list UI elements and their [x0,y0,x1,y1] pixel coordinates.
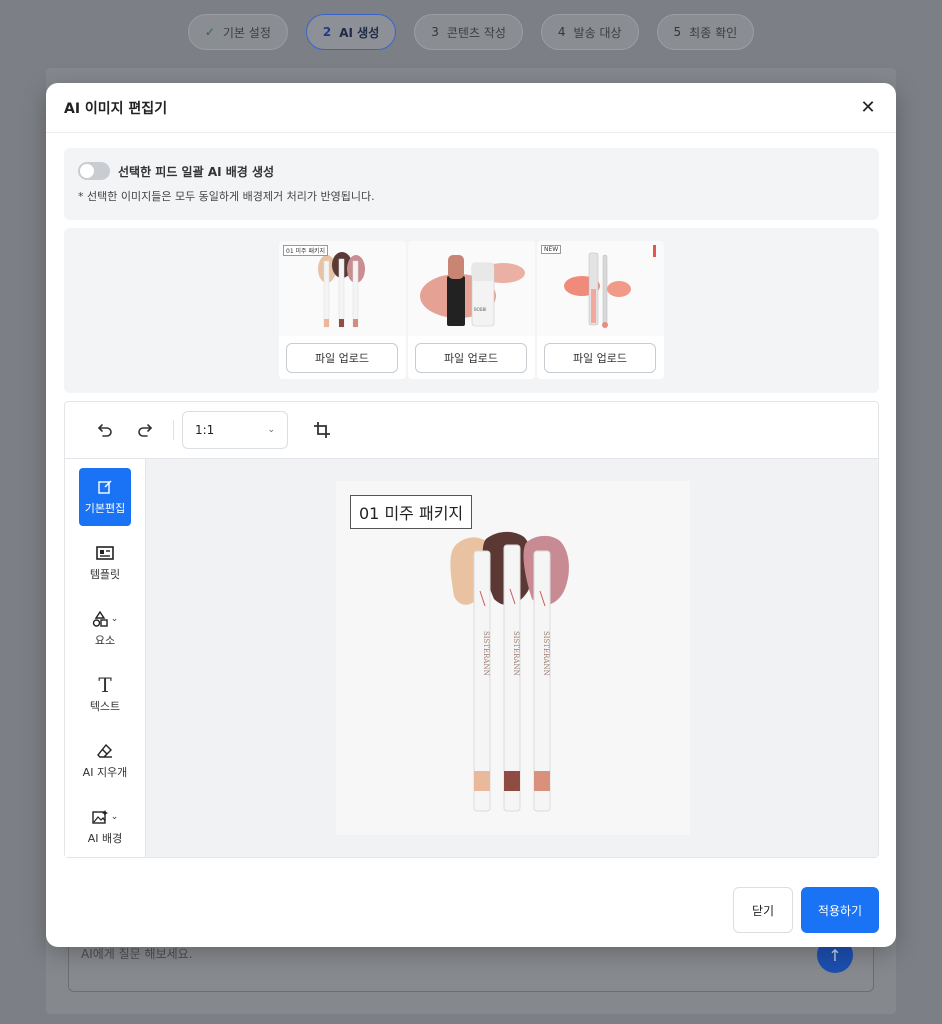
svg-text:BOBBI: BOBBI [474,307,487,312]
undo-icon[interactable] [85,412,125,448]
edit-canvas[interactable]: SISTERANN SISTERANN SISTERANN 01 미주 패키지 [336,481,690,835]
tool-ai-background[interactable]: ⌄ AI 배경 [79,798,131,856]
thumbnail-card[interactable]: BOBBI 파일 업로드 [408,241,535,379]
tool-template[interactable]: 템플릿 [79,534,131,592]
file-upload-button[interactable]: 파일 업로드 [415,343,527,373]
modal-header: AI 이미지 편집기 ✕ [46,83,896,133]
crop-icon[interactable] [302,412,342,448]
lip-gloss-image [564,245,656,328]
modal-title: AI 이미지 편집기 [64,100,168,117]
shapes-icon: ⌄ [92,610,119,628]
tool-label: 기본편집 [84,502,126,515]
chevron-down-icon: ⌄ [110,812,119,822]
thumbnail-strip: 01 미주 패키지 파일 업로드 BOBBI 파일 업로드 NEW 파일 업로드 [64,228,879,393]
step-content-writing[interactable]: 3 콘텐츠 작성 [414,14,523,50]
chevron-down-icon: ⌄ [267,425,275,435]
tool-ai-eraser[interactable]: AI 지우개 [79,732,131,790]
file-upload-button[interactable]: 파일 업로드 [286,343,398,373]
bulk-ai-background-toggle[interactable] [78,162,110,180]
tool-text[interactable]: T 텍스트 [79,666,131,724]
stepper: ✓ 기본 설정 2 AI 생성 3 콘텐츠 작성 4 발송 대상 5 최종 확인 [0,14,942,50]
ai-image-editor-modal: AI 이미지 편집기 ✕ 선택한 피드 일괄 AI 배경 생성 * 선택한 이미… [46,83,896,947]
tool-label: 요소 [94,634,116,647]
step-label: 콘텐츠 작성 [446,25,506,40]
canvas-text-label[interactable]: 01 미주 패키지 [350,495,473,529]
brand-text: SISTERANN [542,631,550,676]
modal-footer: 닫기 적용하기 [733,887,879,933]
canvas-product-image: SISTERANN SISTERANN SISTERANN [450,531,569,812]
step-label: AI 생성 [339,25,380,40]
editor-side-tools: 기본편집 템플릿 ⌄ 요소 T 텍스트 AI 지우개 ⌄ AI 배경 [65,459,146,857]
tool-label: AI 지우개 [82,766,128,779]
bulk-toggle-label: 선택한 피드 일괄 AI 배경 생성 [118,164,275,179]
bulk-note: * 선택한 이미지들은 모두 동일하게 배경제거 처리가 반영됩니다. [78,190,375,203]
edit-square-icon [97,478,113,496]
step-label: 발송 대상 [573,25,622,40]
brand-text: SISTERANN [512,631,520,676]
step-final-check[interactable]: 5 최종 확인 [656,14,755,50]
eraser-icon [97,742,113,760]
editor-toolbar: 1:1 ⌄ [65,402,878,459]
thumbnail-image [537,241,664,336]
step-number: 5 [673,25,682,39]
toolbar-divider [173,420,174,440]
redo-icon[interactable] [125,412,165,448]
arrow-up-icon: ↑ [828,945,842,965]
thumbnail-tag: NEW [541,245,562,254]
lipstick-image: BOBBI [420,255,525,327]
brand-text: SISTERANN [482,631,490,676]
tool-label: AI 배경 [87,832,123,845]
image-sparkle-icon: ⌄ [92,808,119,826]
close-icon[interactable]: ✕ [858,97,878,118]
step-label: 기본 설정 [222,25,271,40]
check-icon: ✓ [204,25,215,39]
tool-label: 템플릿 [89,568,121,581]
chevron-down-icon: ⌄ [110,614,119,624]
template-icon [96,544,114,562]
step-label: 최종 확인 [689,25,738,40]
aspect-ratio-select[interactable]: 1:1 ⌄ [182,411,288,449]
chat-placeholder: AI에게 질문 해보세요. [81,947,193,961]
thumbnail-card[interactable]: 01 미주 패키지 파일 업로드 [279,241,406,379]
step-number: 2 [322,25,332,39]
step-ai-generate[interactable]: 2 AI 생성 [305,14,397,50]
thumbnail-card[interactable]: NEW 파일 업로드 [537,241,664,379]
tool-elements[interactable]: ⌄ 요소 [79,600,131,658]
bulk-toggle-row: 선택한 피드 일괄 AI 배경 생성 [78,162,865,180]
step-number: 4 [557,25,566,39]
thumbnail-tag: 01 미주 패키지 [283,245,329,256]
ratio-value: 1:1 [195,423,215,437]
image-editor: 1:1 ⌄ 기본편집 템플릿 ⌄ 요소 T 텍스트 AI 지우개 ⌄ AI 배경… [64,401,879,858]
bulk-generate-box: 선택한 피드 일괄 AI 배경 생성 * 선택한 이미지들은 모두 동일하게 배… [64,148,879,220]
close-button[interactable]: 닫기 [733,887,793,933]
tool-basic-edit[interactable]: 기본편집 [79,468,131,526]
canvas-area: SISTERANN SISTERANN SISTERANN 01 미주 패키지 [146,459,878,857]
step-send-target[interactable]: 4 발송 대상 [540,14,639,50]
step-number: 3 [431,25,439,39]
file-upload-button[interactable]: 파일 업로드 [544,343,656,373]
apply-button[interactable]: 적용하기 [801,887,879,933]
step-basic-settings[interactable]: ✓ 기본 설정 [187,14,288,50]
thumbnail-image: BOBBI [408,241,535,336]
tool-label: 텍스트 [89,700,121,713]
text-icon: T [98,673,112,697]
